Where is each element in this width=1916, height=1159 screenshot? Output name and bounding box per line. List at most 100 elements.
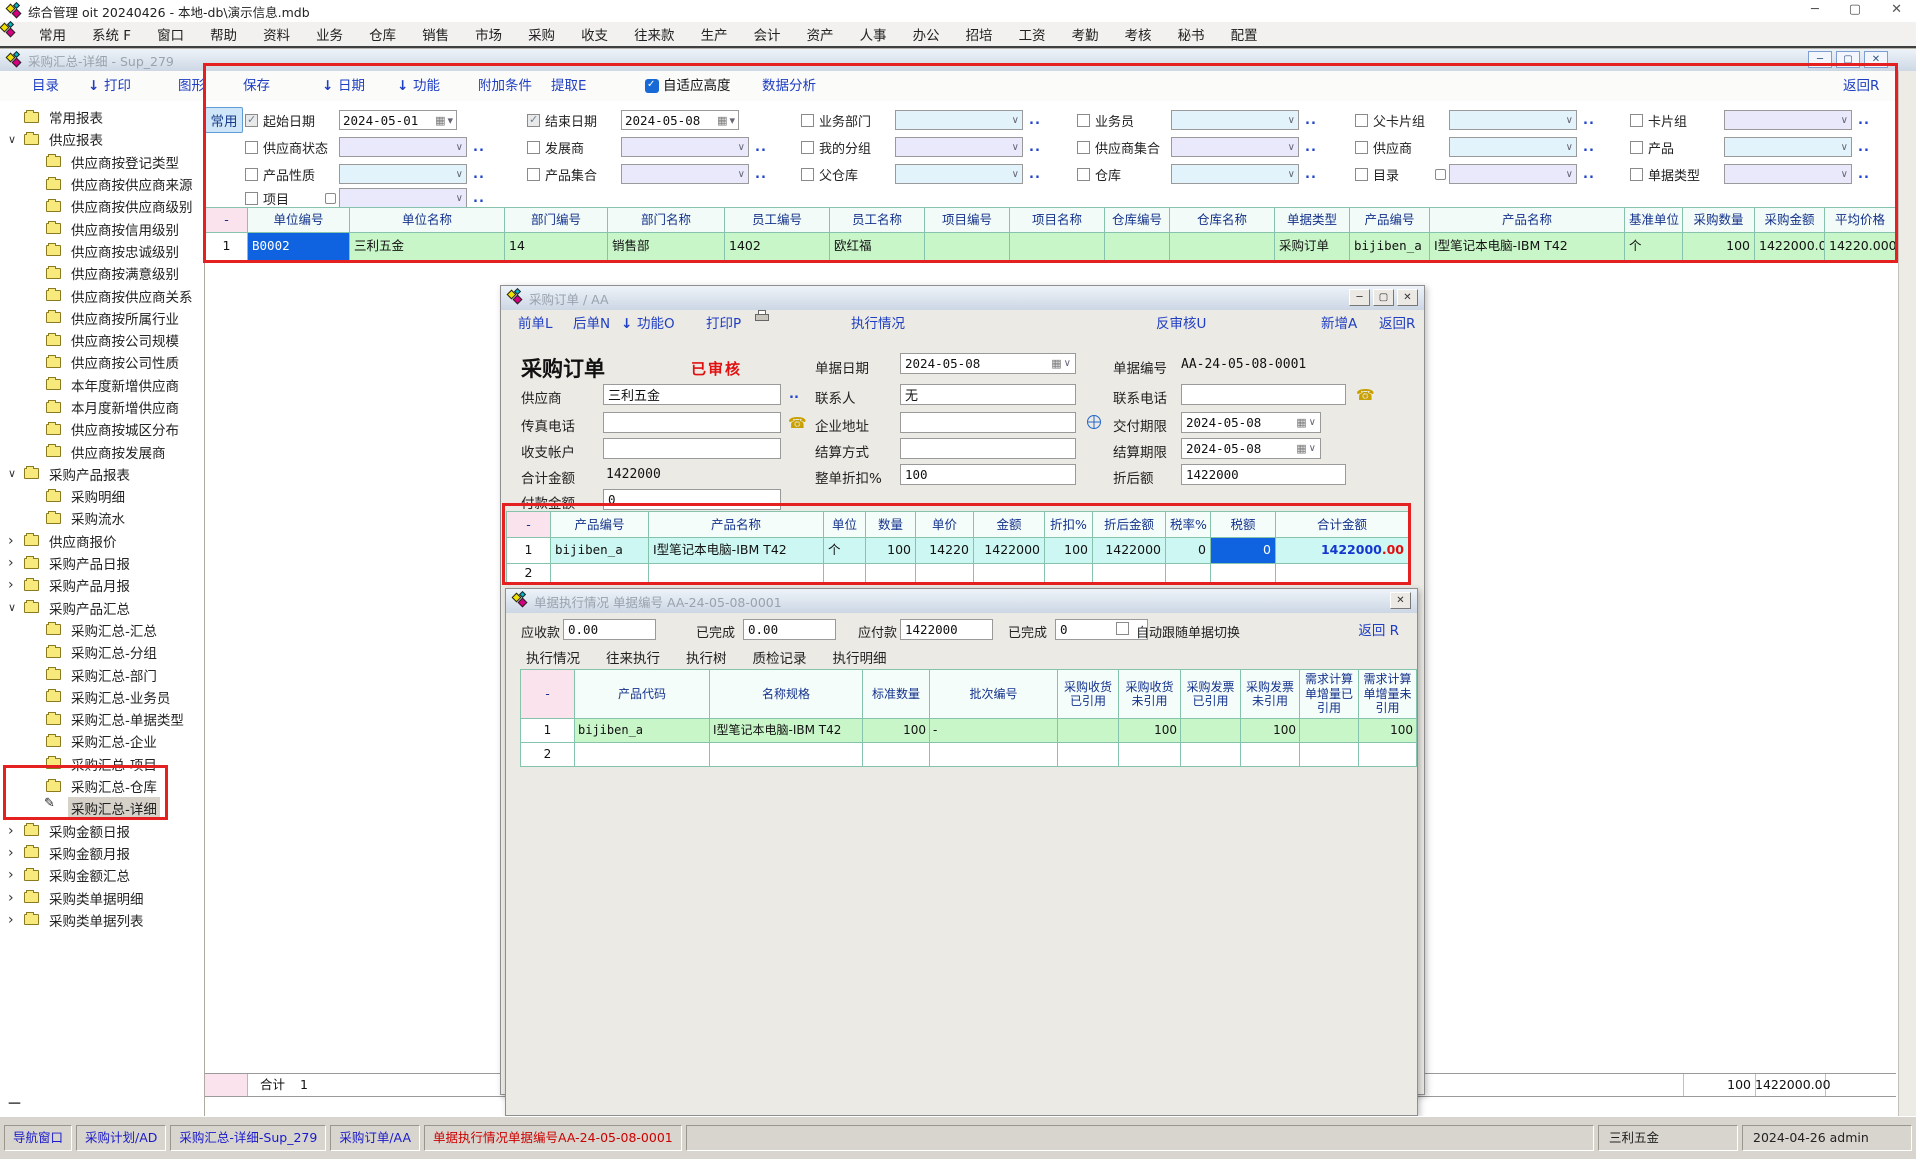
- tree-expander-icon[interactable]: [8, 577, 24, 593]
- tree-expander-icon[interactable]: [8, 867, 24, 883]
- filter-tab-common[interactable]: 常用: [205, 107, 243, 133]
- discount-field[interactable]: 100: [900, 464, 1076, 485]
- menu-item[interactable]: 常用: [26, 24, 79, 44]
- tree-item[interactable]: 供应商按供应商关系: [0, 284, 204, 306]
- filter-field[interactable]: 结束日期 2024-05-08: [527, 109, 805, 131]
- filter-checkbox[interactable]: [1077, 168, 1090, 181]
- filter-checkbox[interactable]: [1630, 114, 1643, 127]
- catalog-button[interactable]: 目录: [32, 71, 59, 101]
- filter-field[interactable]: 起始日期 2024-05-01: [245, 109, 523, 131]
- order-print-button[interactable]: 打印P: [706, 310, 741, 338]
- order-cell-amount[interactable]: 1422000: [974, 538, 1045, 564]
- menu-item[interactable]: 配置: [1218, 24, 1271, 44]
- order-detail-column-header[interactable]: 合计金额: [1276, 511, 1409, 538]
- analysis-button[interactable]: 数据分析: [762, 71, 816, 101]
- tree-expander-icon[interactable]: [8, 555, 24, 571]
- filter-field[interactable]: 我的分组: [801, 136, 1079, 158]
- order-cell-total-main[interactable]: 1422000: [1321, 542, 1382, 557]
- filter-control[interactable]: 2024-05-01: [339, 110, 457, 130]
- exec-cell[interactable]: [575, 743, 710, 767]
- filter-field[interactable]: 产品集合: [527, 163, 805, 185]
- conditions-button[interactable]: 附加条件: [478, 71, 532, 101]
- order-detail-column-header[interactable]: 折扣%: [1045, 511, 1093, 538]
- tree-item[interactable]: 采购产品月报: [0, 574, 204, 596]
- calendar-icon[interactable]: [717, 114, 727, 127]
- report-cell[interactable]: 1422000.00: [1755, 233, 1825, 261]
- print-dropdown-icon[interactable]: ↓: [88, 71, 99, 101]
- tree-item[interactable]: 采购金额日报: [0, 820, 204, 842]
- report-column-header[interactable]: 产品名称: [1430, 207, 1625, 233]
- filter-field[interactable]: 业务员: [1077, 109, 1355, 131]
- exec-cell[interactable]: [710, 743, 863, 767]
- exec-cell[interactable]: [1058, 719, 1119, 743]
- filter-checkbox[interactable]: [1630, 141, 1643, 154]
- tree-expander-icon[interactable]: [8, 912, 24, 928]
- settle-field[interactable]: [900, 438, 1076, 459]
- chevron-down-icon[interactable]: [1566, 142, 1573, 153]
- tree-item[interactable]: 采购类单据明细: [0, 886, 204, 908]
- exec-cell[interactable]: -: [930, 719, 1058, 743]
- filter-control[interactable]: [895, 137, 1023, 157]
- order-detail-column-header[interactable]: 单价: [916, 511, 974, 538]
- filter-field[interactable]: 供应商集合: [1077, 136, 1355, 158]
- filter-field[interactable]: 发展商: [527, 136, 805, 158]
- filter-control[interactable]: [1449, 137, 1577, 157]
- exec-column-header[interactable]: 采购收货已引用: [1058, 669, 1119, 719]
- order-func-dropdown-icon[interactable]: ↓: [621, 310, 632, 338]
- filter-checkbox[interactable]: [527, 114, 540, 127]
- tree-expander-icon[interactable]: [8, 601, 24, 614]
- exec-column-header[interactable]: 采购收货未引用: [1119, 669, 1181, 719]
- report-column-header[interactable]: 员工名称: [830, 207, 925, 233]
- exec-cell[interactable]: [1359, 743, 1417, 767]
- order-detail-column-header[interactable]: -: [506, 511, 551, 538]
- menu-item[interactable]: 系统 F: [79, 24, 144, 44]
- exec-tab[interactable]: 执行树: [686, 647, 727, 667]
- exec-close-icon[interactable]: ✕: [1390, 592, 1411, 609]
- filter-field[interactable]: 供应商: [1355, 136, 1633, 158]
- order-detail-column-header[interactable]: 产品名称: [649, 511, 824, 538]
- deliver-field[interactable]: 2024-05-08: [1181, 412, 1321, 433]
- payable-field[interactable]: 1422000: [900, 619, 993, 640]
- contact-field[interactable]: 无: [900, 384, 1076, 405]
- menu-item[interactable]: 秘书: [1165, 24, 1218, 44]
- filter-field[interactable]: 业务部门: [801, 109, 1079, 131]
- order-cell-code[interactable]: bijiben_a: [551, 538, 649, 564]
- phone-icon[interactable]: [1356, 386, 1375, 404]
- filter-field[interactable]: 父卡片组: [1355, 109, 1633, 131]
- tree-item[interactable]: 采购汇总-汇总: [0, 619, 204, 641]
- menu-item[interactable]: 资料: [250, 24, 303, 44]
- fax-field[interactable]: [603, 412, 781, 433]
- phone-field[interactable]: [1181, 384, 1346, 405]
- order-detail-column-header[interactable]: 数量: [866, 511, 916, 538]
- tree-expander-icon[interactable]: [8, 823, 24, 839]
- filter-control[interactable]: [339, 188, 467, 208]
- report-column-header[interactable]: 单位编号: [248, 207, 350, 233]
- exec-cell[interactable]: [1181, 719, 1241, 743]
- chevron-down-icon[interactable]: [456, 169, 463, 180]
- tree-item[interactable]: 供应商报价: [0, 530, 204, 552]
- report-cell[interactable]: [1170, 233, 1275, 261]
- chevron-down-icon[interactable]: [447, 114, 453, 127]
- order-cell-total-frac[interactable]: .00: [1382, 542, 1404, 557]
- filter-checkbox[interactable]: [245, 141, 258, 154]
- exec-column-header[interactable]: 需求计算单增量未引用: [1359, 669, 1417, 719]
- exec-cell[interactable]: 100: [1241, 719, 1300, 743]
- exec-cell[interactable]: bijiben_a: [575, 719, 710, 743]
- filter-field[interactable]: 父仓库: [801, 163, 1079, 185]
- chevron-down-icon[interactable]: [1841, 142, 1848, 153]
- order-cell-no[interactable]: 1: [506, 538, 551, 564]
- menu-item[interactable]: 销售: [409, 24, 462, 44]
- exec-column-header[interactable]: -: [520, 669, 575, 719]
- tree-item[interactable]: 采购产品报表: [0, 463, 204, 485]
- report-cell[interactable]: 销售部: [608, 233, 725, 261]
- filter-control[interactable]: [1724, 164, 1852, 184]
- order-detail-column-header[interactable]: 产品编号: [551, 511, 649, 538]
- menu-item[interactable]: 往来款: [621, 24, 688, 44]
- tree-item[interactable]: 采购汇总-企业: [0, 730, 204, 752]
- tree-item[interactable]: 供应商按登记类型: [0, 151, 204, 173]
- report-cell[interactable]: [1010, 233, 1105, 261]
- statusbar-window-button[interactable]: 采购计划/AD: [76, 1125, 166, 1151]
- order-detail-row[interactable]: 1 bijiben_a I型笔记本电脑-IBM T42 个 100 14220 …: [506, 538, 1409, 564]
- supplier-more-icon[interactable]: ..: [789, 387, 799, 402]
- func-button[interactable]: 功能: [413, 71, 440, 101]
